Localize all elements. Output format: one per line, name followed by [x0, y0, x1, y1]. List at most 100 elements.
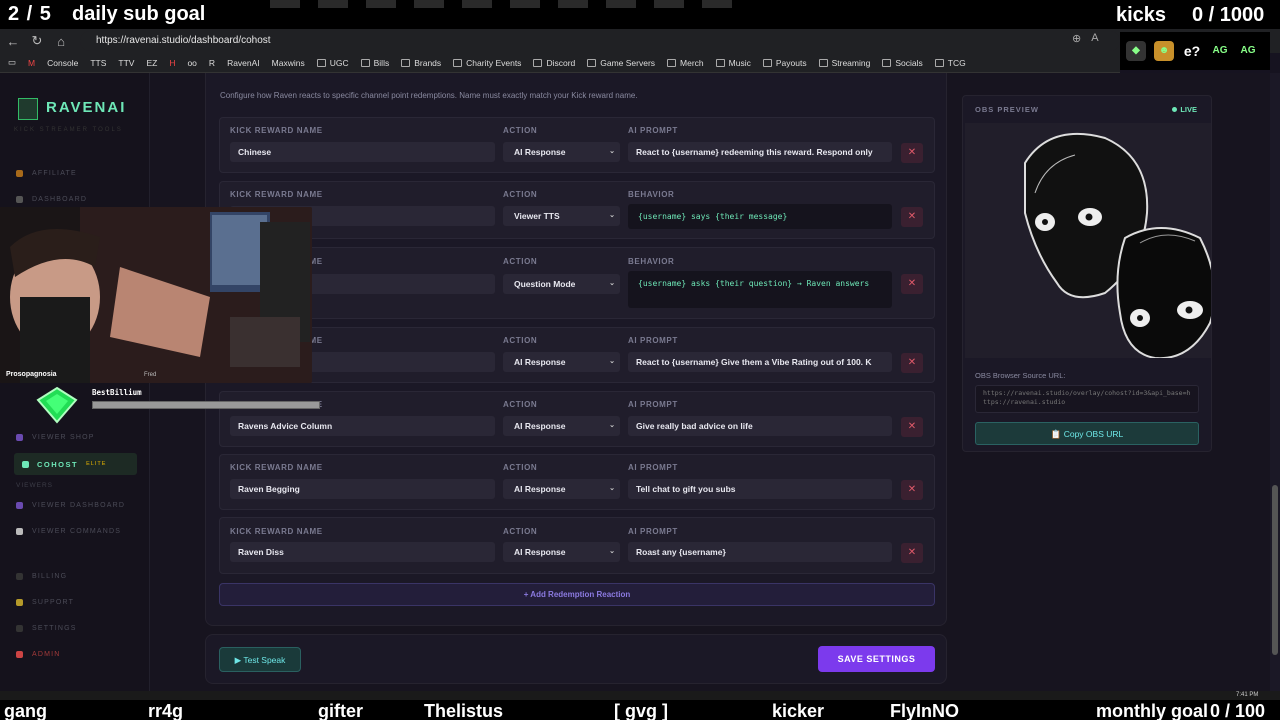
- reward-name-input[interactable]: Raven Begging: [230, 479, 495, 499]
- action-select[interactable]: Viewer TTS ⌄: [503, 206, 620, 226]
- bookmark[interactable]: EZ: [146, 58, 157, 68]
- bookmark-folder[interactable]: Game Servers: [587, 58, 655, 68]
- bookmark-folder[interactable]: Charity Events: [453, 58, 521, 68]
- obs-url-field[interactable]: https://ravenai.studio/overlay/cohost?id…: [975, 385, 1199, 413]
- sub-goal-count: 2 / 5: [8, 3, 52, 25]
- extension-icon[interactable]: ☻: [1154, 41, 1174, 61]
- folder-icon: [667, 58, 677, 67]
- ai-prompt-input[interactable]: Tell chat to gift you subs: [628, 479, 892, 499]
- reward-name-input[interactable]: Chinese: [230, 142, 495, 162]
- extension-icon[interactable]: AG: [1238, 41, 1258, 61]
- action-select[interactable]: AI Response ⌄: [503, 142, 620, 162]
- ai-prompt-input[interactable]: Roast any {username}: [628, 542, 892, 562]
- obs-preview-title: OBS PREVIEW: [975, 105, 1039, 114]
- bookmark-folder[interactable]: Streaming: [818, 58, 870, 68]
- back-icon[interactable]: ←: [2, 30, 24, 52]
- redemption-row: KICK REWARD NAME ACTION AI PROMPT Raven …: [219, 517, 935, 574]
- extension-icon[interactable]: AG: [1210, 41, 1230, 61]
- delete-button[interactable]: ✕: [901, 480, 923, 500]
- bookmark-folder[interactable]: UGC: [316, 58, 349, 68]
- zoom-icon[interactable]: ⊕: [1072, 32, 1081, 45]
- url-input[interactable]: https://ravenai.studio/dashboard/cohost: [80, 31, 1120, 51]
- ticker-name: gang: [4, 701, 47, 720]
- gmail-icon[interactable]: M: [28, 58, 35, 68]
- delete-button[interactable]: ✕: [901, 143, 923, 163]
- action-select[interactable]: AI Response ⌄: [503, 542, 620, 562]
- delete-button[interactable]: ✕: [901, 274, 923, 294]
- bookmark[interactable]: oo: [187, 58, 196, 68]
- address-actions: ⊕ A: [1072, 32, 1099, 45]
- gem-icon: [36, 386, 78, 424]
- commands-icon: [16, 528, 23, 535]
- sidebar-item-dashboard[interactable]: DASHBOARD: [16, 196, 87, 203]
- sidebar-item-viewer-commands[interactable]: VIEWER COMMANDS: [16, 528, 121, 535]
- reward-name-input[interactable]: Raven Diss: [230, 542, 495, 562]
- bookmark-folder[interactable]: Payouts: [762, 58, 807, 68]
- extension-icon[interactable]: e?: [1182, 41, 1202, 61]
- copy-obs-url-button[interactable]: 📋 Copy OBS URL: [975, 422, 1199, 445]
- ai-prompt-input[interactable]: React to {username} redeeming this rewar…: [628, 142, 892, 162]
- add-redemption-button[interactable]: + Add Redemption Reaction: [219, 583, 935, 606]
- delete-button[interactable]: ✕: [901, 417, 923, 437]
- folder-icon: [401, 58, 411, 67]
- apps-icon[interactable]: ▭: [8, 57, 16, 68]
- action-select[interactable]: Question Mode ⌄: [503, 274, 620, 294]
- chevron-down-icon: ⌄: [609, 212, 615, 219]
- test-speak-button[interactable]: ▶ Test Speak: [219, 647, 301, 672]
- action-select[interactable]: AI Response ⌄: [503, 416, 620, 436]
- prompt-label: AI PROMPT: [628, 527, 678, 536]
- bookmark-folder[interactable]: Merch: [667, 58, 704, 68]
- kicks-count: 0 / 1000: [1192, 4, 1265, 26]
- clock: 7:41 PM: [1236, 692, 1259, 698]
- bookmark-folder[interactable]: Bills: [360, 58, 389, 68]
- reward-name-input[interactable]: Ravens Advice Column: [230, 416, 495, 436]
- delete-button[interactable]: ✕: [901, 207, 923, 227]
- home-icon[interactable]: ⌂: [50, 30, 72, 52]
- logo-text: RAVENAI: [46, 99, 127, 116]
- read-aloud-icon[interactable]: A: [1091, 32, 1098, 45]
- bookmark[interactable]: Console: [47, 58, 78, 68]
- chevron-down-icon: ⌄: [609, 422, 615, 429]
- bookmark[interactable]: R: [209, 58, 215, 68]
- sidebar-item-admin[interactable]: ADMIN: [16, 651, 61, 658]
- action-select[interactable]: AI Response ⌄: [503, 479, 620, 499]
- bookmark-folder[interactable]: Discord: [533, 58, 575, 68]
- sidebar-item-cohost[interactable]: COHOST ELITE: [14, 453, 137, 475]
- footer-actions: ▶ Test Speak SAVE SETTINGS: [205, 634, 947, 684]
- sidebar-item-billing[interactable]: BILLING: [16, 573, 67, 580]
- bookmark[interactable]: TTS: [90, 58, 106, 68]
- reload-icon[interactable]: ↻: [26, 30, 48, 52]
- cohost-icon: [22, 460, 29, 468]
- extension-icon[interactable]: ◆: [1126, 41, 1146, 61]
- folder-icon: [360, 58, 370, 67]
- ai-prompt-input[interactable]: React to {username} Give them a Vibe Rat…: [628, 352, 892, 372]
- bookmark[interactable]: RavenAI: [227, 58, 260, 68]
- ai-prompt-input[interactable]: Give really bad advice on life: [628, 416, 892, 436]
- bookmark-folder[interactable]: Brands: [401, 58, 441, 68]
- sidebar-item-settings[interactable]: SETTINGS: [16, 625, 77, 632]
- bookmark-folder[interactable]: TCG: [934, 58, 966, 68]
- bookmark[interactable]: Maxwins: [272, 58, 305, 68]
- folder-icon: [818, 58, 828, 67]
- admin-icon: [16, 651, 23, 658]
- sidebar-item-viewer-dashboard[interactable]: VIEWER DASHBOARD: [16, 502, 125, 509]
- sidebar-item-affiliate[interactable]: AFFILIATE: [16, 170, 77, 177]
- elite-badge: ELITE: [86, 461, 107, 467]
- sidebar-item-support[interactable]: SUPPORT: [16, 599, 74, 606]
- action-label: ACTION: [503, 400, 538, 409]
- bookmark-folder[interactable]: Music: [715, 58, 751, 68]
- page-scrollbar[interactable]: [1270, 73, 1280, 691]
- action-select[interactable]: AI Response ⌄: [503, 352, 620, 372]
- behavior-label: BEHAVIOR: [628, 190, 675, 199]
- logo-tagline: KICK STREAMER TOOLS: [14, 127, 123, 133]
- monthly-goal-count: 0 / 100: [1210, 701, 1266, 720]
- delete-button[interactable]: ✕: [901, 353, 923, 373]
- save-settings-button[interactable]: SAVE SETTINGS: [818, 646, 935, 672]
- bookmark-folder[interactable]: Socials: [882, 58, 923, 68]
- delete-button[interactable]: ✕: [901, 543, 923, 563]
- bookmark[interactable]: H: [169, 58, 175, 68]
- sidebar-item-viewer-shop[interactable]: VIEWER SHOP: [16, 434, 95, 441]
- bookmark[interactable]: TTV: [118, 58, 134, 68]
- chevron-down-icon: ⌄: [609, 485, 615, 492]
- scrollbar-thumb[interactable]: [1272, 485, 1278, 655]
